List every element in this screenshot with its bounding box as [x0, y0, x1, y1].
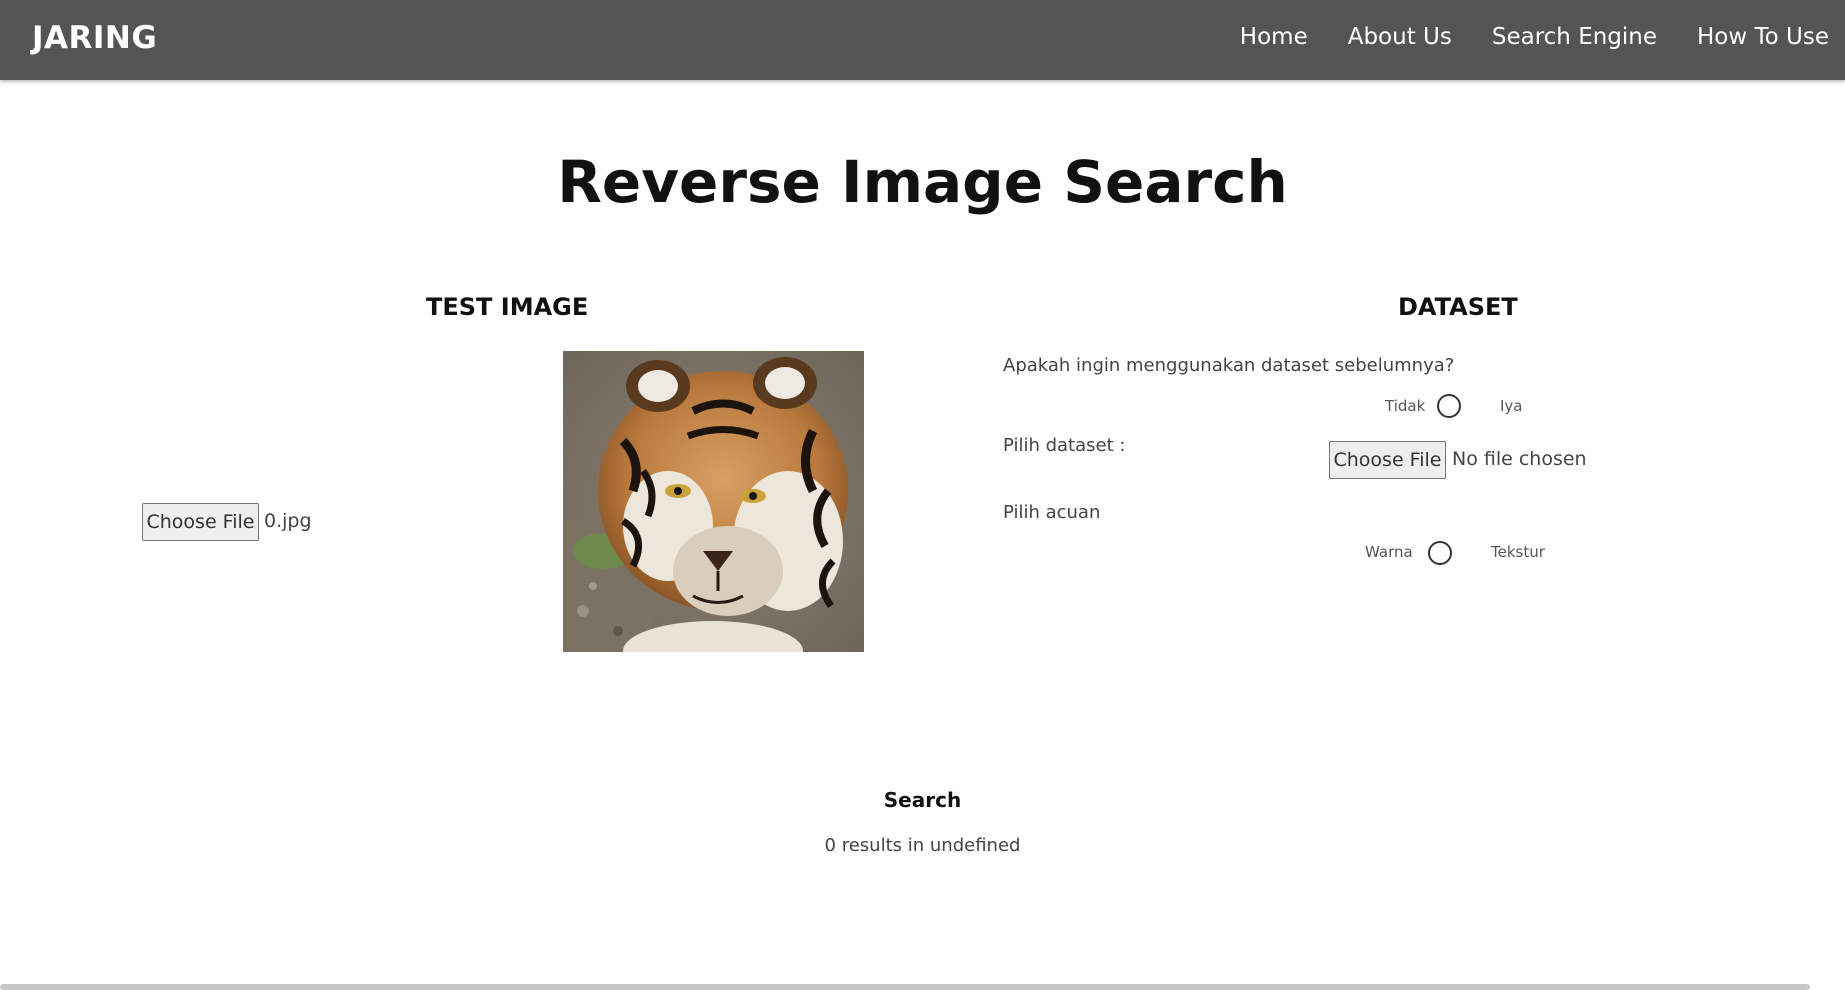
dataset-choose-file-button[interactable]: Choose File [1329, 441, 1446, 479]
results-summary: 0 results in undefined [824, 835, 1021, 856]
choose-dataset-label: Pilih dataset : [1003, 435, 1126, 456]
horizontal-scrollbar[interactable] [0, 984, 1810, 990]
dataset-heading: DATASET [1398, 293, 1518, 321]
nav-link-home[interactable]: Home [1240, 24, 1308, 50]
reference-label: Pilih acuan [1003, 502, 1101, 523]
page-title: Reverse Image Search [557, 148, 1288, 216]
nav-link-search-engine[interactable]: Search Engine [1492, 24, 1657, 50]
nav-link-about-us[interactable]: About Us [1348, 24, 1452, 50]
test-image-choose-file-button[interactable]: Choose File [142, 503, 259, 541]
test-image-heading: TEST IMAGE [426, 293, 589, 321]
top-navbar: JARING Home About Us Search Engine How T… [0, 0, 1845, 80]
tiger-photo-icon [563, 351, 864, 652]
nav-link-how-to-use[interactable]: How To Use [1697, 24, 1829, 50]
reference-radio-color[interactable] [1428, 541, 1452, 565]
test-image-preview [563, 351, 864, 652]
reference-option-color-label: Warna [1365, 543, 1413, 561]
test-image-file-name: 0.jpg [264, 510, 312, 532]
nav-links: Home About Us Search Engine How To Use [1240, 24, 1829, 50]
dataset-file-status: No file chosen [1452, 448, 1587, 470]
search-button[interactable]: Search [0, 788, 1845, 812]
dataset-radio-no[interactable] [1437, 394, 1461, 418]
brand-logo[interactable]: JARING [32, 20, 157, 56]
dataset-option-no-label: Tidak [1385, 397, 1426, 415]
dataset-option-yes-label: Iya [1500, 397, 1523, 415]
reference-option-texture-label: Tekstur [1491, 543, 1545, 561]
dataset-question-label: Apakah ingin menggunakan dataset sebelum… [1003, 355, 1455, 376]
